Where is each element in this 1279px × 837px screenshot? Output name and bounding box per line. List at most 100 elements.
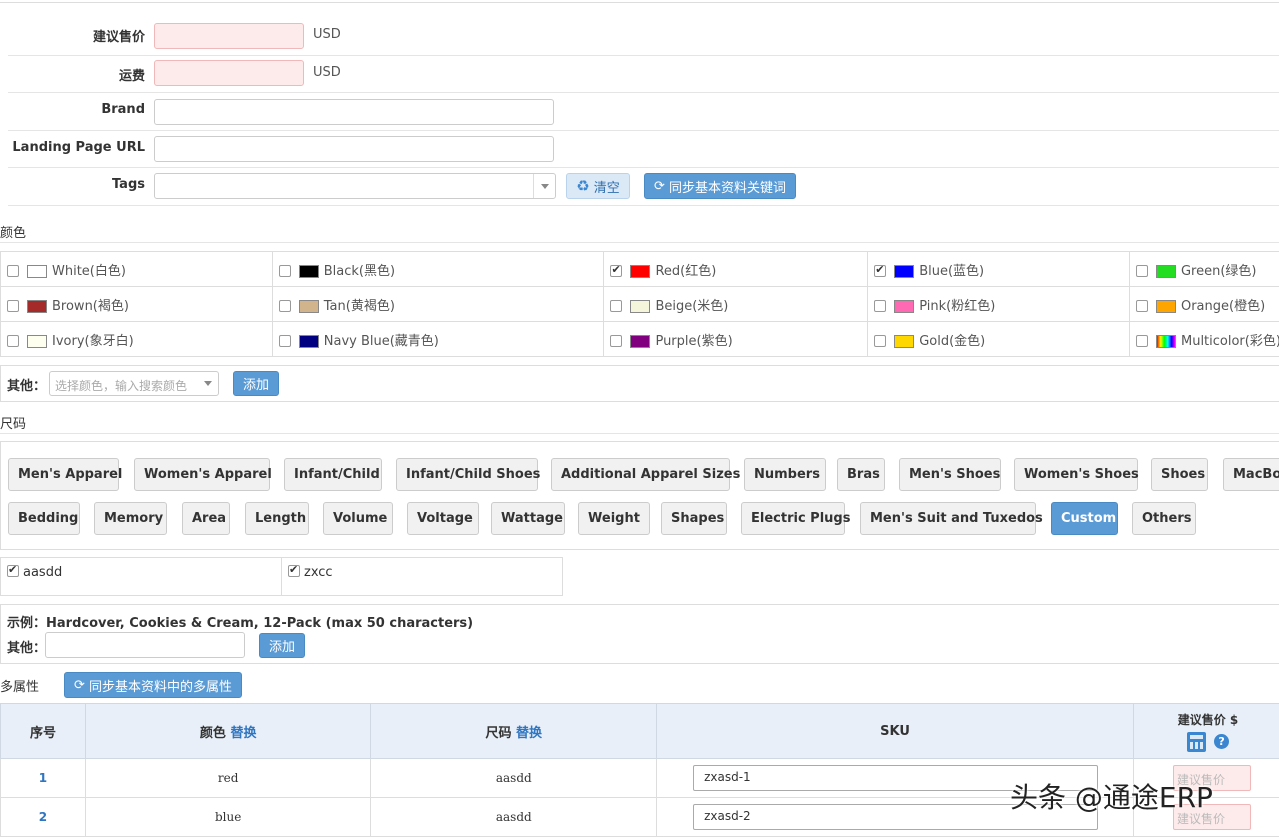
replace-size-link[interactable]: 替换 xyxy=(516,726,542,741)
color-swatch xyxy=(894,300,914,313)
size-category-button[interactable]: Others xyxy=(1132,502,1196,535)
checkbox[interactable] xyxy=(1136,265,1148,277)
shipping-input[interactable] xyxy=(154,60,304,86)
size-category-button[interactable]: Area xyxy=(182,502,230,535)
shipping-label: 运费 xyxy=(119,65,145,84)
size-category-button[interactable]: Bedding xyxy=(8,502,80,535)
other-color-select[interactable]: 选择颜色，输入搜索颜色 xyxy=(49,371,219,396)
size-category-button[interactable]: MacBo xyxy=(1223,458,1279,491)
landing-url-input[interactable] xyxy=(154,136,554,162)
refresh-icon: ⟳ xyxy=(74,678,85,693)
color-option[interactable]: Black(黑色) xyxy=(272,252,604,287)
color-label: Gold(金色) xyxy=(919,334,985,349)
row-index[interactable]: 2 xyxy=(1,798,86,837)
checkbox[interactable] xyxy=(7,300,19,312)
color-option[interactable]: Blue(蓝色) xyxy=(868,252,1130,287)
replace-color-link[interactable]: 替换 xyxy=(230,726,256,741)
sync-variations-button[interactable]: ⟳ 同步基本资料中的多属性 xyxy=(64,672,242,698)
checkbox[interactable] xyxy=(279,265,291,277)
size-category-button[interactable]: Men's Suit and Tuxedos xyxy=(860,502,1036,535)
size-category-button[interactable]: Electric Plugs xyxy=(741,502,845,535)
colors-title: 颜色 xyxy=(0,222,26,241)
refresh-icon: ⟳ xyxy=(654,179,665,194)
color-option[interactable]: White(白色) xyxy=(1,252,273,287)
checkbox[interactable] xyxy=(874,335,886,347)
help-icon[interactable]: ? xyxy=(1214,734,1229,749)
brand-input[interactable] xyxy=(154,99,554,125)
checkbox[interactable] xyxy=(874,265,886,277)
size-category-button[interactable]: Numbers xyxy=(744,458,826,491)
other-size-label: 其他： xyxy=(7,637,46,656)
row-color: blue xyxy=(85,798,371,837)
size-category-button[interactable]: Wattage xyxy=(491,502,565,535)
checkbox[interactable] xyxy=(7,565,19,577)
sync-keywords-button[interactable]: ⟳ 同步基本资料关键词 xyxy=(644,173,796,199)
checkbox[interactable] xyxy=(279,335,291,347)
color-option[interactable]: Ivory(象牙白) xyxy=(1,322,273,357)
size-category-button[interactable]: Women's Shoes xyxy=(1014,458,1138,491)
size-category-button[interactable]: Infant/Child Shoes xyxy=(396,458,538,491)
color-option[interactable]: Green(绿色) xyxy=(1129,252,1279,287)
chevron-down-icon xyxy=(204,381,212,386)
custom-size-item[interactable]: aasdd xyxy=(0,557,282,596)
color-option[interactable]: Brown(褐色) xyxy=(1,287,273,322)
color-option[interactable]: Purple(紫色) xyxy=(604,322,868,357)
custom-size-item[interactable]: zxcc xyxy=(281,557,563,596)
size-category-button[interactable]: Men's Shoes xyxy=(899,458,1001,491)
checkbox[interactable] xyxy=(610,335,622,347)
size-category-button[interactable]: Length xyxy=(245,502,309,535)
color-label: Navy Blue(藏青色) xyxy=(324,334,439,349)
checkbox[interactable] xyxy=(7,265,19,277)
color-label: Multicolor(彩色) xyxy=(1181,334,1279,349)
color-swatch xyxy=(27,335,47,348)
checkbox[interactable] xyxy=(288,565,300,577)
checkbox[interactable] xyxy=(610,265,622,277)
color-swatch xyxy=(27,300,47,313)
checkbox[interactable] xyxy=(610,300,622,312)
size-category-button[interactable]: Volume xyxy=(323,502,393,535)
color-option[interactable]: Beige(米色) xyxy=(604,287,868,322)
color-option[interactable]: Red(红色) xyxy=(604,252,868,287)
brand-row: Brand xyxy=(8,93,1279,131)
size-category-button[interactable]: Weight xyxy=(578,502,650,535)
other-size-input[interactable] xyxy=(45,632,245,658)
row-index[interactable]: 1 xyxy=(1,759,86,798)
size-category-button[interactable]: Shapes xyxy=(661,502,727,535)
color-swatch xyxy=(894,265,914,278)
recycle-icon: ♻ xyxy=(576,177,589,195)
size-category-button[interactable]: Bras xyxy=(837,458,885,491)
size-category-button[interactable]: Men's Apparel xyxy=(8,458,119,491)
add-color-button[interactable]: 添加 xyxy=(233,371,279,396)
tags-select[interactable] xyxy=(154,173,556,199)
color-option[interactable]: Orange(橙色) xyxy=(1129,287,1279,322)
color-option[interactable]: Multicolor(彩色) xyxy=(1129,322,1279,357)
color-option[interactable]: Navy Blue(藏青色) xyxy=(272,322,604,357)
other-size-panel: 示例：Hardcover, Cookies & Cream, 12-Pack (… xyxy=(0,604,1279,664)
size-category-button[interactable]: Memory xyxy=(94,502,167,535)
color-option[interactable]: Gold(金色) xyxy=(868,322,1130,357)
calculator-icon[interactable] xyxy=(1187,732,1206,752)
checkbox[interactable] xyxy=(1136,335,1148,347)
checkbox[interactable] xyxy=(7,335,19,347)
landing-row: Landing Page URL xyxy=(8,131,1279,168)
size-category-button[interactable]: Additional Apparel Sizes xyxy=(551,458,730,491)
color-label: White(白色) xyxy=(52,264,126,279)
color-option[interactable]: Tan(黄褐色) xyxy=(272,287,604,322)
color-swatch xyxy=(299,300,319,313)
checkbox[interactable] xyxy=(279,300,291,312)
size-category-button[interactable]: Infant/Child xyxy=(284,458,382,491)
tags-label: Tags xyxy=(112,177,145,192)
size-category-button[interactable]: Shoes xyxy=(1151,458,1208,491)
color-label: Orange(橙色) xyxy=(1181,299,1265,314)
clear-button[interactable]: ♻ 清空 xyxy=(566,173,630,199)
color-option[interactable]: Pink(粉红色) xyxy=(868,287,1130,322)
size-category-button[interactable]: Custom xyxy=(1051,502,1118,535)
checkbox[interactable] xyxy=(1136,300,1148,312)
price-input[interactable] xyxy=(154,23,304,49)
color-label: Green(绿色) xyxy=(1181,264,1257,279)
color-label: Tan(黄褐色) xyxy=(324,299,395,314)
add-size-button[interactable]: 添加 xyxy=(259,633,305,658)
size-category-button[interactable]: Voltage xyxy=(407,502,479,535)
size-category-button[interactable]: Women's Apparel xyxy=(134,458,270,491)
checkbox[interactable] xyxy=(874,300,886,312)
